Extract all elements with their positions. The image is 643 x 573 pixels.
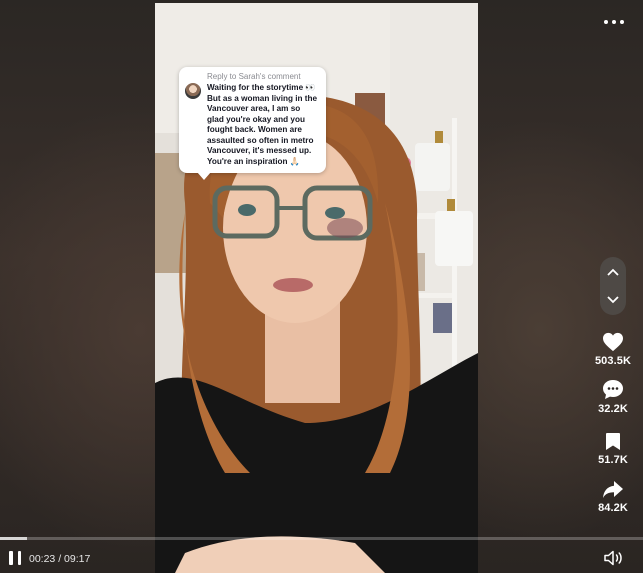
share-count: 84.2K: [598, 502, 628, 514]
chevron-up-icon: [607, 268, 619, 276]
video-navigation: [600, 257, 626, 315]
heart-icon: [603, 332, 623, 352]
comment-button[interactable]: 32.2K: [590, 374, 636, 415]
more-dots-icon: [604, 20, 608, 24]
comment-count: 32.2K: [598, 403, 628, 415]
save-button[interactable]: 51.7K: [590, 425, 636, 466]
previous-video-button[interactable]: [600, 259, 626, 285]
commenter-avatar: [185, 83, 201, 99]
reply-comment-text: Waiting for the storytime 👀 But as a wom…: [207, 83, 318, 166]
next-video-button[interactable]: [600, 287, 626, 313]
share-arrow-icon: [603, 481, 623, 498]
chevron-down-icon: [607, 296, 619, 304]
volume-button[interactable]: [604, 550, 624, 566]
comment-bubble-icon: [603, 380, 623, 399]
more-options-button[interactable]: [604, 15, 624, 29]
like-button[interactable]: 503.5K: [590, 326, 636, 367]
player-controls: 00:23 / 09:17: [0, 540, 643, 573]
bookmark-icon: [606, 433, 620, 450]
comment-reply-sticker[interactable]: Reply to Sarah's comment Waiting for the…: [179, 67, 326, 180]
like-count: 503.5K: [594, 355, 632, 367]
save-count: 51.7K: [598, 454, 628, 466]
volume-icon: [604, 550, 622, 566]
pause-button[interactable]: [9, 551, 21, 565]
playback-time: 00:23 / 09:17: [29, 553, 91, 565]
share-button[interactable]: 84.2K: [590, 473, 636, 514]
reply-header: Reply to Sarah's comment: [207, 72, 301, 81]
pause-icon: [9, 551, 13, 565]
